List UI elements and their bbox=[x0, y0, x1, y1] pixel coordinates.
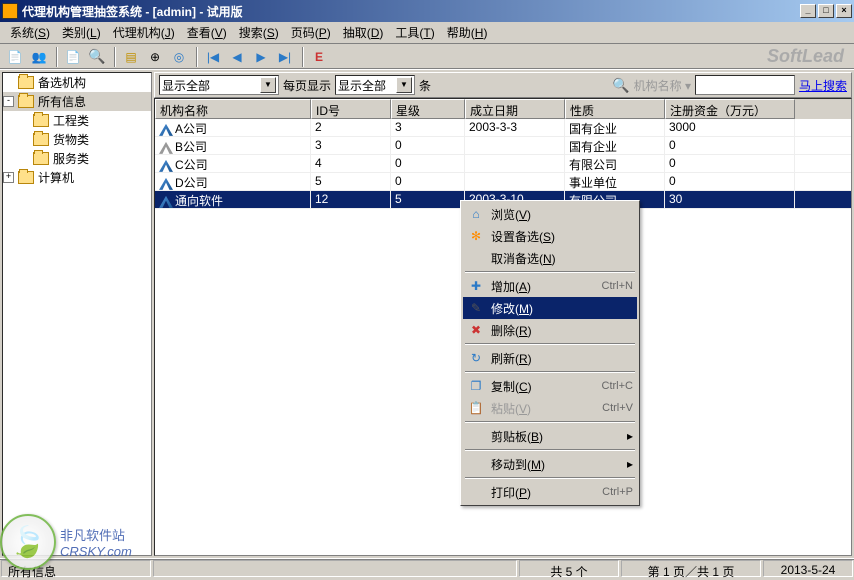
tool-file-icon[interactable]: 📄 bbox=[62, 46, 84, 68]
maximize-button[interactable]: □ bbox=[818, 4, 834, 18]
tree-node[interactable]: 服务类 bbox=[3, 149, 151, 168]
tool-exit-icon[interactable]: E bbox=[308, 46, 330, 68]
table-row[interactable]: D公司50事业单位0 bbox=[155, 173, 851, 191]
search-icon: 🔍 bbox=[612, 77, 629, 94]
toolbar: 📄 👥 📄 🔍 ▤ ⊕ ◎ |◀ ◀ ▶ ▶| E SoftLead bbox=[0, 44, 854, 70]
tree-node[interactable]: +计算机 bbox=[3, 168, 151, 187]
tool-target-icon[interactable]: ◎ bbox=[168, 46, 190, 68]
perpage-label: 每页显示 bbox=[283, 77, 331, 94]
status-bar: 所有信息 共 5 个 第 1 页／共 1 页 2013-5-24 bbox=[0, 558, 854, 578]
context-menu-item[interactable]: ✖删除(R) bbox=[463, 319, 637, 341]
context-menu-item[interactable]: ↻刷新(R) bbox=[463, 347, 637, 369]
app-icon bbox=[2, 3, 18, 19]
tree-node[interactable]: 货物类 bbox=[3, 130, 151, 149]
tool-list-icon[interactable]: ▤ bbox=[120, 46, 142, 68]
perpage-combo[interactable]: 显示全部▼ bbox=[335, 75, 415, 95]
context-menu-item[interactable]: ✚增加(A)Ctrl+N bbox=[463, 275, 637, 297]
tool-first-icon[interactable]: |◀ bbox=[202, 46, 224, 68]
brand-label: SoftLead bbox=[767, 46, 844, 67]
tool-new-icon[interactable]: 📄 bbox=[4, 46, 26, 68]
tool-last-icon[interactable]: ▶| bbox=[274, 46, 296, 68]
close-button[interactable]: × bbox=[836, 4, 852, 18]
tree-node[interactable]: 备选机构 bbox=[3, 73, 151, 92]
tree-panel: 备选机构-所有信息工程类货物类服务类+计算机 bbox=[2, 72, 152, 556]
table-row[interactable]: C公司40有限公司0 bbox=[155, 155, 851, 173]
menu-item[interactable]: 类别(L) bbox=[56, 22, 107, 43]
context-menu: ⌂浏览(V)✻设置备选(S)取消备选(N) ✚增加(A)Ctrl+N✎修改(M)✖… bbox=[460, 200, 640, 506]
search-field-combo[interactable]: 机构名称 ▾ bbox=[634, 77, 691, 94]
tool-search-icon[interactable]: 🔍 bbox=[86, 46, 108, 68]
tool-users-icon[interactable]: 👥 bbox=[28, 46, 50, 68]
tree-node[interactable]: 工程类 bbox=[3, 111, 151, 130]
status-spacer bbox=[153, 560, 517, 577]
minimize-button[interactable]: _ bbox=[800, 4, 816, 18]
window-title: 代理机构管理抽签系统 - [admin] - 试用版 bbox=[22, 3, 798, 20]
tool-prev-icon[interactable]: ◀ bbox=[226, 46, 248, 68]
column-header[interactable]: 注册资金（万元） bbox=[665, 99, 795, 119]
menu-item[interactable]: 搜索(S) bbox=[233, 22, 285, 43]
column-header[interactable]: ID号 bbox=[311, 99, 391, 119]
tree-node[interactable]: -所有信息 bbox=[3, 92, 151, 111]
column-header[interactable]: 星级 bbox=[391, 99, 465, 119]
search-input[interactable] bbox=[695, 75, 795, 95]
context-menu-item[interactable]: 取消备选(N) bbox=[463, 247, 637, 269]
context-menu-item[interactable]: 打印(P)Ctrl+P bbox=[463, 481, 637, 503]
context-menu-item[interactable]: 移动到(M)▸ bbox=[463, 453, 637, 475]
tool-globe-icon[interactable]: ⊕ bbox=[144, 46, 166, 68]
tiao-label: 条 bbox=[419, 77, 431, 94]
menu-item[interactable]: 代理机构(J) bbox=[107, 22, 181, 43]
show-all-combo[interactable]: 显示全部▼ bbox=[159, 75, 279, 95]
menu-item[interactable]: 页码(P) bbox=[285, 22, 337, 43]
menu-item[interactable]: 工具(T) bbox=[389, 22, 440, 43]
menu-bar: 系统(S)类别(L)代理机构(J)查看(V)搜索(S)页码(P)抽取(D)工具(… bbox=[0, 22, 854, 44]
column-header[interactable]: 性质 bbox=[565, 99, 665, 119]
status-date: 2013-5-24 bbox=[763, 560, 853, 577]
context-menu-item[interactable]: ⌂浏览(V) bbox=[463, 203, 637, 225]
grid-header: 机构名称ID号星级成立日期性质注册资金（万元） bbox=[155, 99, 851, 119]
column-header[interactable]: 机构名称 bbox=[155, 99, 311, 119]
tool-next-icon[interactable]: ▶ bbox=[250, 46, 272, 68]
table-row[interactable]: B公司30国有企业0 bbox=[155, 137, 851, 155]
status-left: 所有信息 bbox=[1, 560, 151, 577]
menu-item[interactable]: 查看(V) bbox=[181, 22, 233, 43]
status-page: 第 1 页／共 1 页 bbox=[621, 560, 761, 577]
context-menu-item[interactable]: ✻设置备选(S) bbox=[463, 225, 637, 247]
menu-item[interactable]: 系统(S) bbox=[4, 22, 56, 43]
table-row[interactable]: A公司232003-3-3国有企业3000 bbox=[155, 119, 851, 137]
context-menu-item[interactable]: 📋粘贴(V)Ctrl+V bbox=[463, 397, 637, 419]
search-now-link[interactable]: 马上搜索 bbox=[799, 77, 847, 94]
context-menu-item[interactable]: ✎修改(M) bbox=[463, 297, 637, 319]
filter-bar: 显示全部▼ 每页显示 显示全部▼ 条 🔍 机构名称 ▾ 马上搜索 bbox=[154, 72, 852, 98]
menu-item[interactable]: 抽取(D) bbox=[337, 22, 390, 43]
title-bar: 代理机构管理抽签系统 - [admin] - 试用版 _ □ × bbox=[0, 0, 854, 22]
status-count: 共 5 个 bbox=[519, 560, 619, 577]
context-menu-item[interactable]: 剪贴板(B)▸ bbox=[463, 425, 637, 447]
menu-item[interactable]: 帮助(H) bbox=[441, 22, 494, 43]
column-header[interactable]: 成立日期 bbox=[465, 99, 565, 119]
context-menu-item[interactable]: ❐复制(C)Ctrl+C bbox=[463, 375, 637, 397]
